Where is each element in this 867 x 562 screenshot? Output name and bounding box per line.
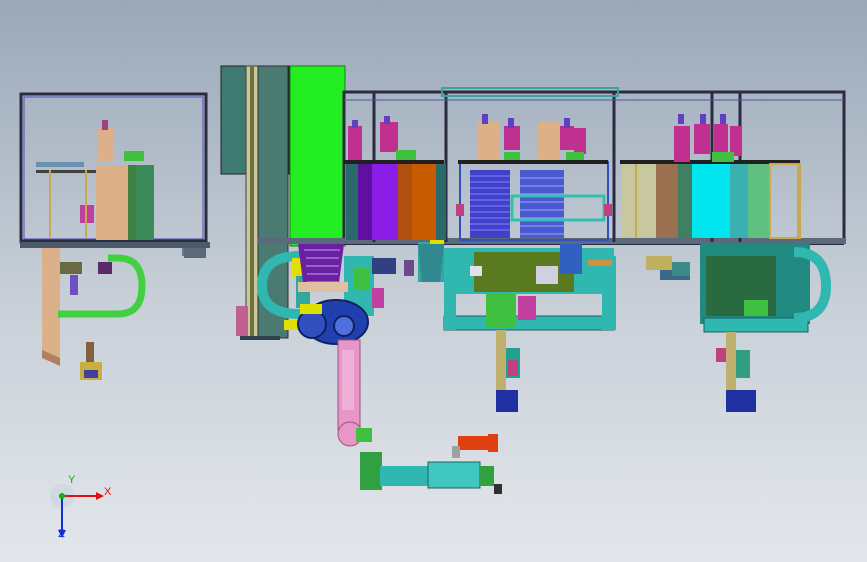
- x-axis-label: X: [104, 486, 112, 498]
- left-station: [19, 92, 210, 380]
- station-b: [456, 114, 612, 241]
- triad-graphic: [50, 484, 104, 538]
- lower-base-right: [672, 244, 832, 412]
- lower-base-center: [418, 242, 690, 412]
- y-axis-dot: [59, 493, 65, 499]
- station-a: [344, 116, 446, 240]
- z-axis-label: Z: [58, 528, 65, 540]
- station-c: [620, 114, 801, 239]
- machine-assembly-drawing[interactable]: [0, 0, 867, 562]
- orientation-triad: X Y Z: [48, 474, 112, 542]
- cad-viewport[interactable]: X Y Z: [0, 0, 867, 562]
- gantry-column: [220, 65, 346, 340]
- y-axis-label: Y: [68, 474, 76, 486]
